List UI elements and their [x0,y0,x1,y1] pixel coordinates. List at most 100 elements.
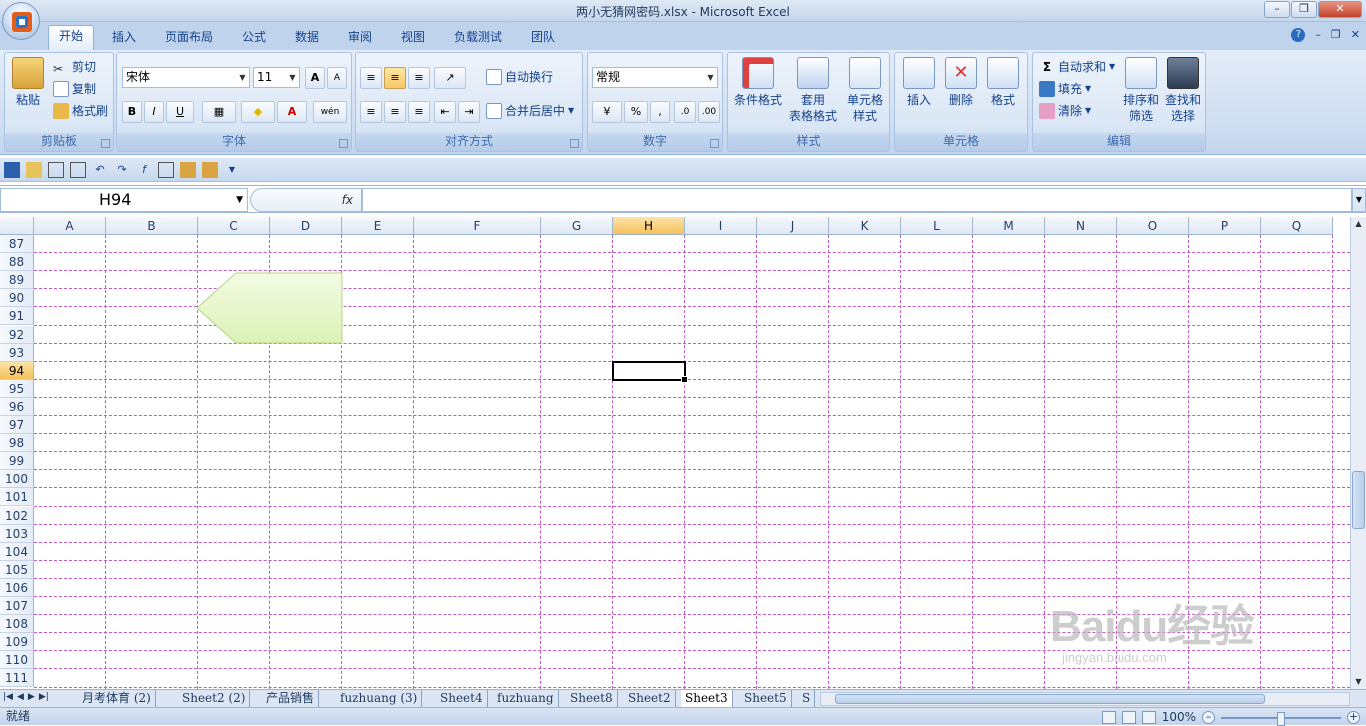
row-header-102[interactable]: 102 [0,506,34,525]
horizontal-scroll-thumb[interactable] [835,694,1265,704]
undo-icon[interactable]: ↶ [92,162,108,178]
customize-toolbar-icon[interactable]: ▼ [224,162,240,178]
arrow-shape[interactable] [196,272,344,346]
vertical-scroll-thumb[interactable] [1352,471,1365,529]
shrink-font-button[interactable]: A [327,67,347,89]
comma-button[interactable]: , [650,101,670,123]
grow-font-button[interactable]: A [305,67,325,89]
format-painter-button[interactable]: 格式刷 [53,101,108,121]
align-middle-button[interactable]: ≡ [384,67,406,89]
cell-styles-button[interactable]: 单元格 样式 [842,57,888,124]
page-break-view-icon[interactable] [1141,711,1156,724]
last-sheet-icon[interactable]: ▶| [39,692,49,702]
clear-button[interactable]: 清除 ▼ [1039,101,1091,121]
align-bottom-button[interactable]: ≡ [408,67,430,89]
ribbon-close-icon[interactable]: ✕ [1351,28,1360,42]
tab-load-test[interactable]: 负载测试 [444,27,512,49]
vertical-scrollbar[interactable]: ▲ ▼ [1350,217,1366,689]
sort-filter-button[interactable]: 排序和 筛选 [1121,57,1161,124]
column-header-k[interactable]: K [829,217,901,235]
font-name-combo[interactable]: 宋体 ▼ [122,67,250,88]
row-header-111[interactable]: 111 [0,669,34,688]
tab-insert[interactable]: 插入 [102,27,146,49]
currency-button[interactable]: ¥ [592,101,622,123]
row-header-110[interactable]: 110 [0,651,34,670]
sheet-tab[interactable]: 产品销售 [262,690,320,707]
sheet-tab[interactable]: Sheet5 [740,690,792,707]
phonetic-button[interactable]: wén [313,101,347,123]
font-launcher-icon[interactable] [339,139,348,148]
row-header-92[interactable]: 92 [0,325,34,344]
row-header-101[interactable]: 101 [0,488,34,507]
horizontal-scrollbar[interactable] [820,692,1350,706]
format-as-table-button[interactable]: 套用 表格格式 [786,57,840,124]
row-header-88[interactable]: 88 [0,253,34,272]
row-header-91[interactable]: 91 [0,307,34,326]
first-sheet-icon[interactable]: |◀ [3,692,13,702]
font-size-combo[interactable]: 11 ▼ [253,67,300,88]
close-button[interactable]: ✕ [1318,1,1362,18]
align-top-button[interactable]: ≡ [360,67,382,89]
save-icon[interactable] [4,161,20,178]
active-cell[interactable] [612,360,688,383]
row-header-103[interactable]: 103 [0,524,34,543]
column-header-a[interactable]: A [34,217,106,235]
column-header-b[interactable]: B [106,217,198,235]
italic-button[interactable]: I [144,101,164,123]
row-header-97[interactable]: 97 [0,416,34,434]
redo-icon[interactable]: ↷ [114,162,130,178]
underline-button[interactable]: U [166,101,194,123]
tab-page-layout[interactable]: 页面布局 [155,27,223,49]
row-header-100[interactable]: 100 [0,470,34,489]
sheet-tab-active[interactable]: Sheet3 [681,690,733,707]
borders-button[interactable]: ▦ [202,101,236,123]
wrap-text-button[interactable]: 自动换行 [486,67,553,87]
expand-formula-bar-icon[interactable]: ▼ [1352,188,1366,212]
conditional-format-button[interactable]: 条件格式 [732,57,784,108]
sheet-tab[interactable]: Sheet2 (2) [178,690,251,707]
row-header-89[interactable]: 89 [0,271,34,290]
row-header-108[interactable]: 108 [0,615,34,634]
align-right-button[interactable]: ≡ [408,101,430,123]
column-header-e[interactable]: E [342,217,414,235]
number-format-combo[interactable]: 常规 ▼ [592,67,718,88]
zoom-out-icon[interactable]: – [1202,711,1215,724]
align-left-button[interactable]: ≡ [360,101,382,123]
next-sheet-icon[interactable]: ▶ [28,692,35,702]
column-header-i[interactable]: I [685,217,757,235]
alignment-launcher-icon[interactable] [570,139,579,148]
orientation-button[interactable]: ↗ [434,67,466,89]
column-header-n[interactable]: N [1045,217,1117,235]
increase-decimal-button[interactable]: .0 [674,101,696,123]
number-launcher-icon[interactable] [710,139,719,148]
row-header-90[interactable]: 90 [0,289,34,308]
font-color-button[interactable]: A [277,101,307,123]
zoom-slider[interactable] [1221,711,1341,726]
row-header-99[interactable]: 99 [0,452,34,471]
office-button[interactable] [2,2,40,40]
percent-button[interactable]: % [624,101,648,123]
page-layout-view-icon[interactable] [1121,711,1136,724]
tab-formulas[interactable]: 公式 [232,27,276,49]
minimize-button[interactable]: – [1264,1,1290,18]
tab-home[interactable]: 开始 [48,25,95,50]
row-header-109[interactable]: 109 [0,633,34,652]
row-header-105[interactable]: 105 [0,560,34,579]
zoom-in-icon[interactable]: + [1347,711,1360,724]
insert-function-button[interactable]: fx [250,188,362,212]
row-header-98[interactable]: 98 [0,434,34,453]
fill-button[interactable]: 填充 ▼ [1039,79,1091,99]
find-select-button[interactable]: 查找和 选择 [1163,57,1203,124]
tab-team[interactable]: 团队 [521,27,565,49]
print-preview-icon[interactable] [48,161,64,178]
column-header-l[interactable]: L [901,217,973,235]
function-icon[interactable]: f [136,162,152,178]
help-icon[interactable]: ? [1291,28,1306,42]
tab-data[interactable]: 数据 [285,27,329,49]
sheet-tab[interactable]: Sheet4 [436,690,488,707]
row-header-93[interactable]: 93 [0,343,34,362]
sheet-tab[interactable]: Sheet8 [566,690,618,707]
increase-indent-button[interactable]: ⇥ [458,101,480,123]
column-header-g[interactable]: G [541,217,613,235]
sheet-tab[interactable]: S [798,690,816,707]
